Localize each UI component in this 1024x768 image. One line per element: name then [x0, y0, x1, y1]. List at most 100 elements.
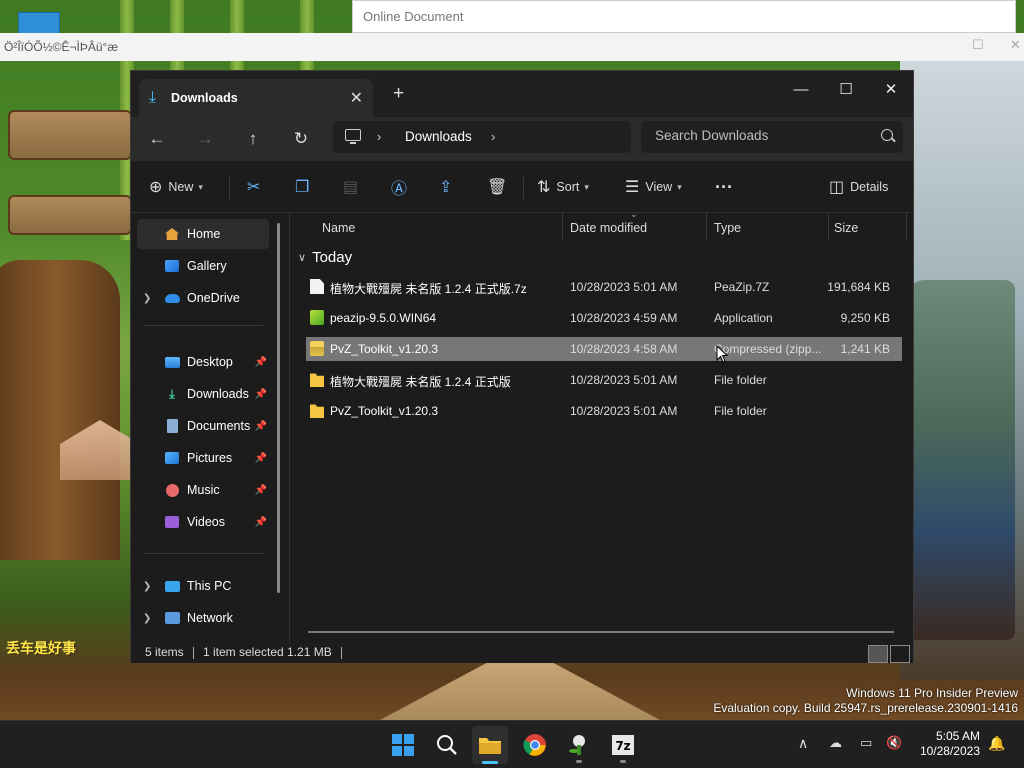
column-divider[interactable]: [906, 213, 907, 241]
details-view-icon[interactable]: [868, 645, 888, 663]
7zip-taskbar-button[interactable]: 7z: [609, 731, 637, 763]
minimize-button[interactable]: —: [781, 77, 821, 103]
chevron-down-icon: ▾: [198, 181, 203, 192]
file-name: PvZ_Toolkit_v1.20.3: [330, 342, 439, 356]
sidebar-item-documents[interactable]: Documents 📌: [137, 411, 269, 441]
file-name: PvZ_Toolkit_v1.20.3: [330, 404, 439, 418]
close-button[interactable]: ✕: [871, 77, 911, 103]
copy-button[interactable]: ❐: [295, 175, 315, 199]
start-button[interactable]: [389, 731, 417, 759]
column-divider[interactable]: [706, 213, 707, 241]
column-header-type[interactable]: Type: [714, 213, 741, 241]
sidebar-item-label: This PC: [187, 579, 232, 593]
sidebar-scrollbar[interactable]: [277, 223, 280, 593]
forward-button[interactable]: →: [193, 127, 217, 151]
sidebar-item-gallery[interactable]: Gallery: [137, 251, 269, 281]
chrome-taskbar-button[interactable]: [521, 731, 549, 759]
close-tab-icon[interactable]: ✕: [350, 88, 363, 108]
more-options-button[interactable]: ···: [715, 175, 739, 199]
file-date: 10/28/2023 4:59 AM: [570, 311, 678, 325]
search-button[interactable]: [433, 731, 461, 759]
this-pc-icon[interactable]: [345, 129, 361, 144]
display-icon[interactable]: ▭: [860, 735, 872, 751]
file-type: File folder: [714, 404, 767, 418]
background-document-window[interactable]: Online Document: [352, 0, 1016, 33]
sidebar-item-desktop[interactable]: Desktop 📌: [137, 347, 269, 377]
share-button[interactable]: ⇪: [439, 175, 458, 199]
maximize-button[interactable]: ☐: [826, 77, 866, 103]
refresh-button[interactable]: ↻: [289, 127, 313, 151]
plant-icon: [569, 735, 585, 755]
paste-button[interactable]: ▤: [343, 175, 364, 199]
horizontal-scrollbar[interactable]: [308, 631, 894, 633]
file-type: Application: [714, 311, 773, 325]
sidebar-item-downloads[interactable]: ⤓ Downloads 📌: [137, 379, 269, 409]
column-header-size[interactable]: Size: [834, 213, 858, 241]
column-divider[interactable]: [562, 213, 563, 241]
maximize-icon[interactable]: ☐: [972, 37, 984, 53]
details-pane-icon: ◫: [829, 179, 845, 196]
chevron-right-icon[interactable]: ›: [491, 129, 495, 144]
address-bar[interactable]: › Downloads ›: [333, 121, 631, 153]
breadcrumb-downloads[interactable]: Downloads: [405, 129, 472, 144]
sidebar-item-videos[interactable]: Videos 📌: [137, 507, 269, 537]
close-icon[interactable]: ✕: [1010, 37, 1021, 53]
table-row[interactable]: PvZ_Toolkit_v1.20.3 10/28/2023 5:01 AM F…: [306, 399, 902, 423]
details-pane-button[interactable]: ◫ Details: [829, 175, 888, 199]
search-icon[interactable]: [881, 129, 893, 141]
tiles-view-icon[interactable]: [890, 645, 910, 663]
table-row[interactable]: 植物大戰殭屍 未名版 1.2.4 正式版.7z 10/28/2023 5:01 …: [306, 275, 902, 299]
delete-button[interactable]: 🗑: [487, 175, 513, 199]
onedrive-status-icon[interactable]: ☁: [829, 735, 842, 751]
group-header-today[interactable]: ∨ Today: [298, 249, 352, 266]
table-row[interactable]: PvZ_Toolkit_v1.20.3 10/28/2023 4:58 AM C…: [306, 337, 902, 361]
sidebar-item-music[interactable]: Music 📌: [137, 475, 269, 505]
table-row[interactable]: peazip-9.5.0.WIN64 10/28/2023 4:59 AM Ap…: [306, 306, 902, 330]
back-button[interactable]: ←: [145, 127, 169, 151]
clock[interactable]: 5:05 AM 10/28/2023: [920, 729, 980, 759]
view-list-icon: ☰: [625, 179, 640, 196]
chevron-right-icon[interactable]: ❯: [143, 613, 151, 624]
tab-title: Downloads: [171, 91, 238, 105]
search-input[interactable]: [655, 128, 855, 143]
background-game-window-titlebar[interactable]: Ö²ÎïÓÕ½©Ê¬ÌÞÂü°æ ☐ ✕: [0, 33, 1024, 61]
sidebar-item-network[interactable]: ❯ Network: [137, 603, 269, 633]
tab-downloads[interactable]: ⤓ Downloads ✕: [139, 79, 373, 117]
file-date: 10/28/2023 5:01 AM: [570, 404, 678, 418]
sidebar-item-label: Home: [187, 227, 221, 241]
pvz-game-taskbar-button[interactable]: [565, 731, 593, 763]
file-explorer-taskbar-button[interactable]: [472, 726, 508, 764]
volume-muted-icon[interactable]: 🔇: [886, 735, 902, 751]
view-button[interactable]: ☰ View ▾: [625, 175, 682, 199]
item-count: 5 items: [145, 645, 184, 659]
new-tab-button[interactable]: +: [393, 83, 404, 105]
column-header-date[interactable]: Date modified: [570, 213, 647, 241]
table-row[interactable]: 植物大戰殭屍 未名版 1.2.4 正式版 10/28/2023 5:01 AM …: [306, 368, 902, 392]
file-size: 1,241 KB: [840, 342, 890, 356]
notification-bell-icon[interactable]: 🔔: [988, 735, 1005, 752]
show-hidden-icons-chevron-icon[interactable]: ∧: [798, 735, 808, 752]
chevron-right-icon[interactable]: ❯: [143, 293, 151, 304]
sidebar-item-onedrive[interactable]: ❯ OneDrive: [137, 283, 269, 313]
rename-button[interactable]: Ⓐ: [391, 175, 413, 199]
sort-button[interactable]: ⇅ Sort ▾: [537, 175, 589, 199]
file-explorer-window: ⤓ Downloads ✕ + — ☐ ✕ ← → ↑ ↻ › Download…: [130, 70, 914, 663]
sidebar-item-home[interactable]: Home: [137, 219, 269, 249]
sidebar-item-this-pc[interactable]: ❯ This PC: [137, 571, 269, 601]
this-pc-icon: [163, 579, 181, 593]
sidebar-item-pictures[interactable]: Pictures 📌: [137, 443, 269, 473]
search-box[interactable]: [641, 121, 903, 153]
column-divider[interactable]: [828, 213, 829, 241]
chevron-right-icon[interactable]: ›: [377, 129, 381, 144]
background-window-icon[interactable]: [18, 12, 60, 34]
paste-icon: ▤: [343, 179, 359, 196]
sidebar-item-label: Desktop: [187, 355, 233, 369]
sidebar-item-label: Downloads: [187, 387, 249, 401]
up-button[interactable]: ↑: [241, 127, 265, 151]
chevron-right-icon[interactable]: ❯: [143, 581, 151, 592]
folder-icon: [479, 738, 501, 754]
chevron-down-icon: ▾: [677, 181, 682, 192]
column-header-name[interactable]: Name: [322, 213, 355, 241]
cut-button[interactable]: ✂: [247, 175, 266, 199]
new-button[interactable]: ⊕ New ▾: [149, 175, 203, 199]
